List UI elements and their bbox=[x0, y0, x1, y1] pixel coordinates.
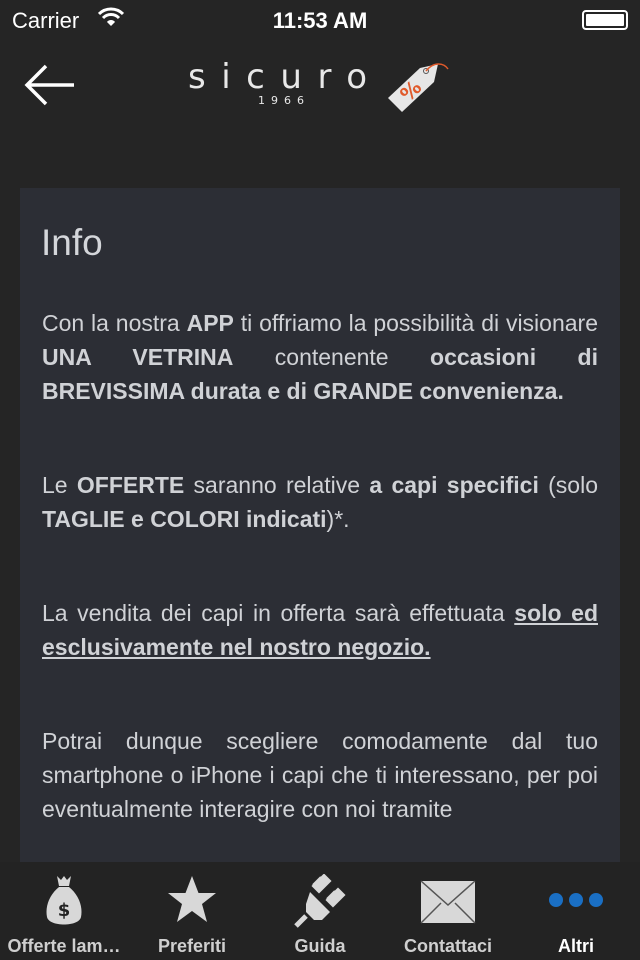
tab-bar: $ Offerte lam… Preferiti Guida Contattac… bbox=[0, 862, 640, 960]
back-arrow-icon[interactable] bbox=[24, 62, 76, 108]
text-segment: Le bbox=[42, 472, 77, 498]
tab-offerte[interactable]: $ Offerte lam… bbox=[0, 862, 128, 960]
text-segment: Potrai dunque scegliere comodamente dal … bbox=[42, 728, 598, 822]
text-segment: )*. bbox=[326, 506, 350, 532]
sicuro-logo: sicuro 1966 % bbox=[188, 58, 449, 112]
tab-preferiti[interactable]: Preferiti bbox=[128, 862, 256, 960]
money-bag-icon: $ bbox=[46, 876, 82, 925]
clock: 11:53 AM bbox=[272, 8, 368, 33]
bold-text: TAGLIE e COLORI indicati bbox=[42, 506, 327, 532]
page-title: Info bbox=[41, 222, 103, 263]
svg-text:$: $ bbox=[58, 900, 71, 921]
tab-label: Guida bbox=[294, 936, 346, 956]
info-text: Con la nostra APP ti offriamo la possibi… bbox=[42, 306, 598, 862]
envelope-icon bbox=[420, 880, 476, 924]
bold-text: APP bbox=[186, 310, 234, 336]
tab-label: Preferiti bbox=[157, 936, 227, 956]
bold-text: OFFERTE bbox=[76, 472, 185, 498]
text-segment: Con la nostra bbox=[42, 310, 187, 336]
star-icon bbox=[168, 876, 216, 922]
text-segment: ti offriamo la possibilità di visionare bbox=[233, 310, 598, 336]
tab-contattaci[interactable]: Contattaci bbox=[384, 862, 512, 960]
tab-altri[interactable]: Altri bbox=[512, 862, 640, 960]
status-bar: Carrier 11:53 AM bbox=[0, 0, 640, 40]
text-segment: La vendita dei capi in offerta sarà effe… bbox=[42, 600, 515, 626]
battery-icon bbox=[582, 10, 628, 30]
bold-text: a capi specifici bbox=[369, 472, 539, 498]
logo-year: 1966 bbox=[258, 94, 310, 107]
logo-text: sicuro bbox=[188, 58, 370, 97]
price-tag-icon: % bbox=[388, 63, 449, 112]
plug-icon bbox=[294, 874, 346, 928]
text-segment: contenente bbox=[233, 344, 431, 370]
tab-label: Altri bbox=[558, 936, 594, 956]
tab-guida[interactable]: Guida bbox=[256, 862, 384, 960]
tab-label: Contattaci bbox=[403, 936, 492, 956]
text-segment: (solo bbox=[538, 472, 598, 498]
info-paragraph: La vendita dei capi in offerta sarà effe… bbox=[42, 596, 598, 664]
info-paragraph: Con la nostra APP ti offriamo la possibi… bbox=[42, 306, 598, 408]
bold-text: UNA VETRINA bbox=[42, 344, 234, 370]
tab-label: Offerte lam… bbox=[7, 936, 121, 956]
text-segment: saranno relative bbox=[184, 472, 370, 498]
more-dots-icon bbox=[549, 893, 603, 907]
info-paragraph: Le OFFERTE saranno relative a capi speci… bbox=[42, 468, 598, 536]
info-paragraph: Potrai dunque scegliere comodamente dal … bbox=[42, 724, 598, 826]
info-card: Info Con la nostra APP ti offriamo la po… bbox=[20, 188, 620, 862]
